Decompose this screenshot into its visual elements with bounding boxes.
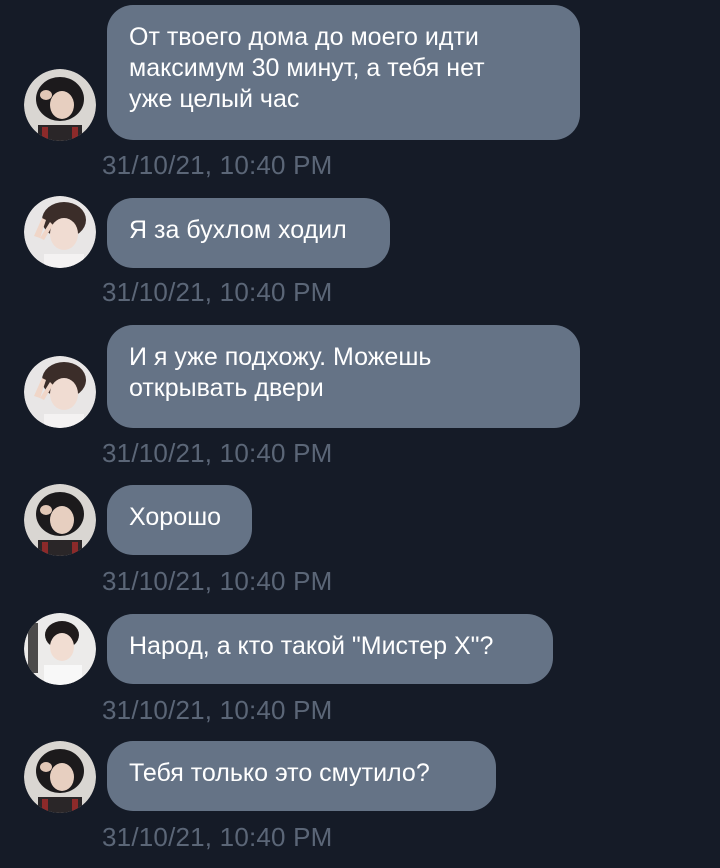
avatar-icon[interactable]: [24, 613, 96, 685]
message-timestamp: 31/10/21, 10:40 PM: [102, 277, 333, 307]
message-bubble[interactable]: От твоего дома до моего идти максимум 30…: [107, 5, 580, 140]
message-timestamp: 31/10/21, 10:40 PM: [102, 150, 333, 180]
message-timestamp: 31/10/21, 10:40 PM: [102, 822, 333, 852]
message-bubble[interactable]: Я за бухлом ходил: [107, 198, 390, 268]
message-bubble[interactable]: И я уже подхожу. Можешь открывать двери: [107, 325, 580, 428]
avatar-icon[interactable]: [24, 196, 96, 268]
avatar-icon[interactable]: [24, 69, 96, 141]
message-timestamp: 31/10/21, 10:40 PM: [102, 438, 333, 468]
avatar-icon[interactable]: [24, 741, 96, 813]
message-bubble[interactable]: Тебя только это смутило?: [107, 741, 496, 811]
avatar-icon[interactable]: [24, 484, 96, 556]
message-bubble[interactable]: Хорошо: [107, 485, 252, 555]
message-bubble[interactable]: Народ, а кто такой "Мистер Х"?: [107, 614, 553, 684]
message-timestamp: 31/10/21, 10:40 PM: [102, 695, 333, 725]
avatar-icon[interactable]: [24, 356, 96, 428]
message-timestamp: 31/10/21, 10:40 PM: [102, 566, 333, 596]
